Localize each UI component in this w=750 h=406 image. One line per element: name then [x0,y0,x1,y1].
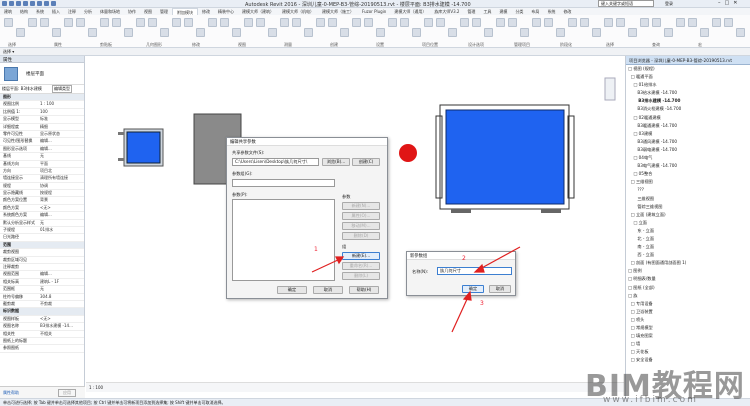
annotation-1: 1 [314,246,318,253]
annotation-3: 3 [480,300,484,307]
watermark-logo: BIM教程网 www.ifbim.com [585,357,750,406]
annotation-overlay [311,246,521,333]
arrow-3 [451,296,469,333]
watermark-url: www.ifbim.com [603,395,698,405]
arrow-1 [311,258,341,273]
annotation-2: 2 [462,255,466,262]
arrow-2 [477,246,521,271]
